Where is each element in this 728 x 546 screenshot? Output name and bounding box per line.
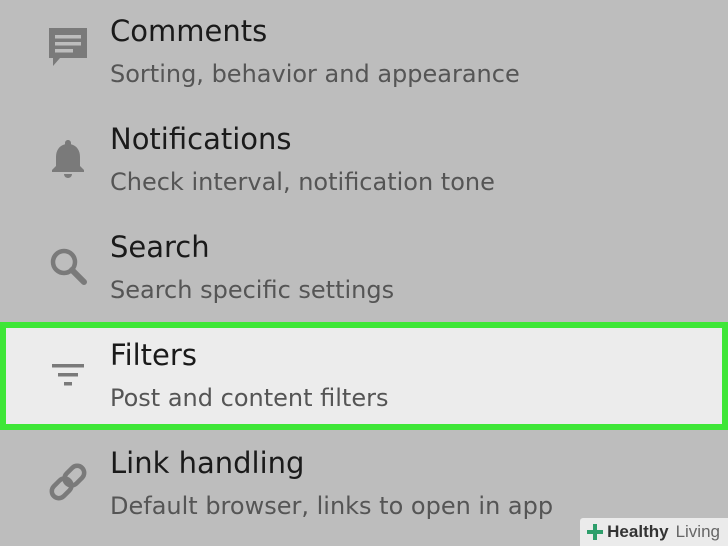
settings-item-subtitle: Check interval, notification tone [110, 168, 495, 196]
settings-list: Comments Sorting, behavior and appearanc… [0, 0, 728, 546]
link-icon [44, 458, 92, 506]
watermark: Healthy Living [580, 518, 728, 546]
settings-item-subtitle: Default browser, links to open in app [110, 492, 554, 520]
settings-item-title: Notifications [110, 122, 292, 156]
watermark-brand-light: Living [675, 522, 720, 541]
settings-item-title: Comments [110, 14, 268, 48]
settings-item-subtitle: Search specific settings [110, 276, 395, 304]
settings-item-search[interactable]: Search Search specific settings [0, 216, 728, 324]
settings-item-filters[interactable]: Filters Post and content filters [0, 322, 728, 430]
settings-item-title: Filters [110, 338, 197, 372]
green-cross-icon [587, 524, 604, 540]
filter-icon [44, 351, 92, 399]
settings-item-notifications[interactable]: Notifications Check interval, notificati… [0, 108, 728, 216]
settings-item-subtitle: Post and content filters [110, 384, 389, 412]
search-icon [44, 242, 92, 290]
settings-item-title: Search [110, 230, 210, 264]
settings-item-title: Link handling [110, 446, 305, 480]
settings-item-subtitle: Sorting, behavior and appearance [110, 60, 520, 88]
settings-item-comments[interactable]: Comments Sorting, behavior and appearanc… [0, 0, 728, 108]
watermark-brand-bold: Healthy [607, 522, 669, 541]
comment-icon [44, 22, 92, 70]
bell-icon [44, 134, 92, 182]
